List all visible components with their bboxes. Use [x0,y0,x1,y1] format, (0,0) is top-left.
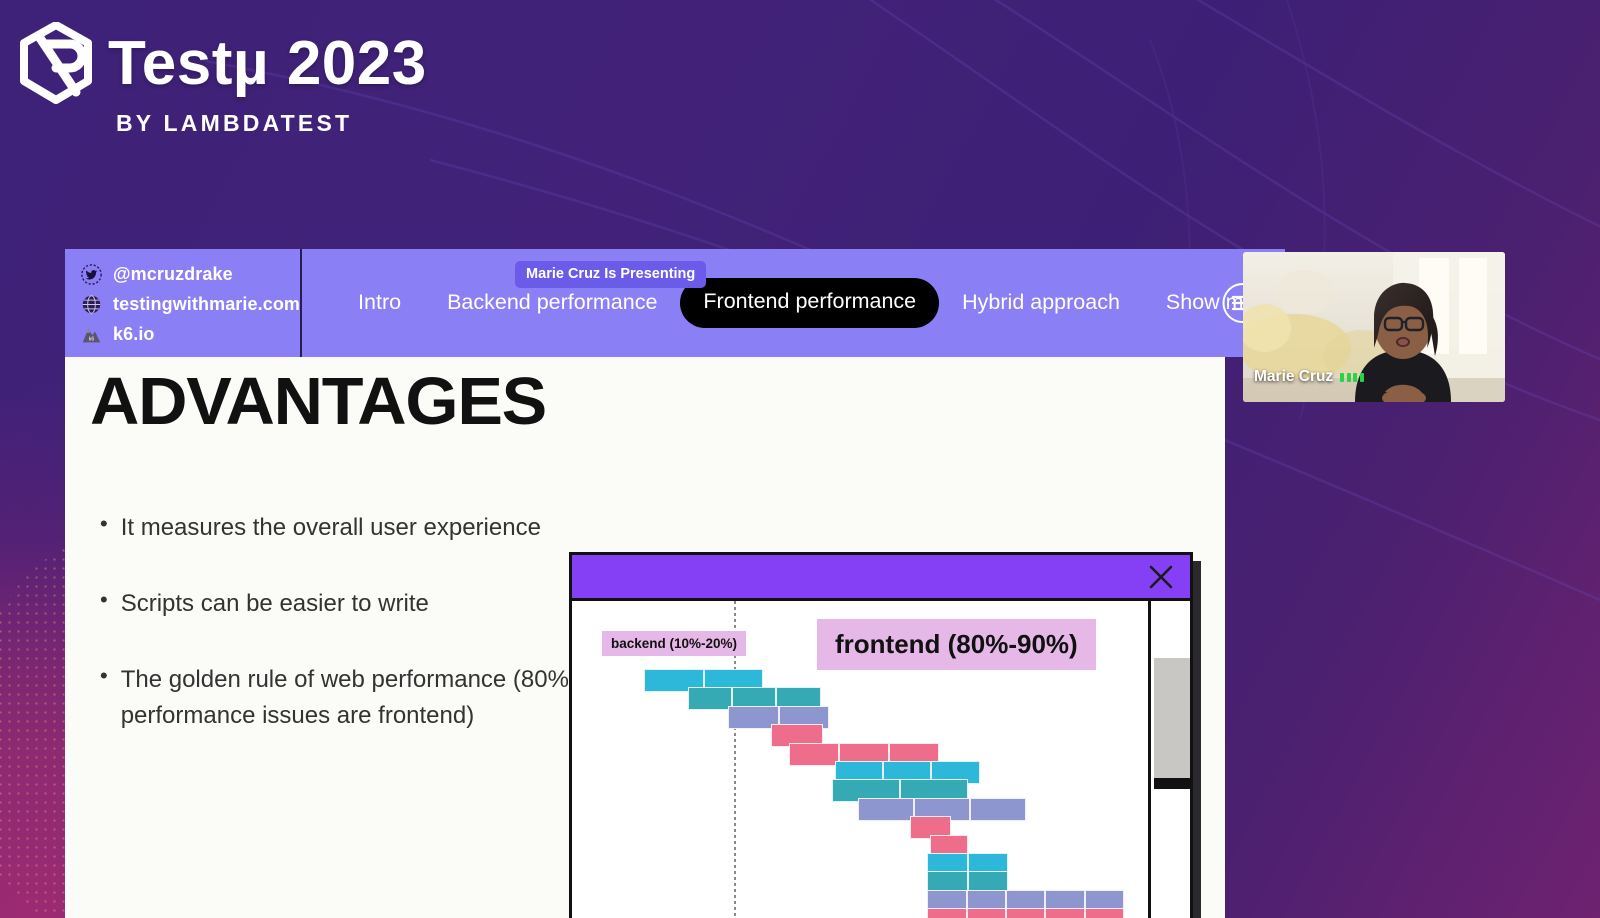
testmu-hexagon-logo-icon [20,22,92,104]
globe-icon [82,295,101,314]
waterfall-bar-segment [927,908,967,918]
nav-item-frontend-performance[interactable]: Frontend performance [680,278,940,328]
audio-level-dot [1353,372,1358,382]
participant-video-tile[interactable]: Marie Cruz [1243,252,1505,402]
slide-canvas: ADVANTAGES • It measures the overall use… [65,357,1225,918]
presentation-topbar: @mcruzdrake testingwithmarie.com k6 k6.i… [65,249,1285,357]
participant-name: Marie Cruz [1254,368,1334,385]
k6-mountain-icon: k6 [82,328,101,343]
nav-item-intro[interactable]: Intro [335,292,424,314]
waterfall-inset-window: backend (10%-20%) frontend (80%-90%) [569,552,1193,918]
bullet-text: It measures the overall user experience [120,514,541,541]
presenting-badge: Marie Cruz Is Presenting [515,261,707,288]
list-item: • The golden rule of web performance (80… [100,662,600,734]
audio-level-dot [1340,372,1345,382]
presentation-nav: Marie Cruz Is Presenting Intro Backend p… [302,249,1285,357]
close-x-icon[interactable] [1146,562,1176,592]
nav-item-backend-performance[interactable]: Backend performance [424,292,680,314]
waterfall-bar-segment [858,797,914,821]
list-item: • Scripts can be easier to write [100,586,600,622]
contact-k6-label: k6.io [113,324,155,344]
waterfall-bar-segment [966,908,1007,918]
presentation-window: @mcruzdrake testingwithmarie.com k6 k6.i… [65,249,1285,918]
twitter-icon [81,264,102,285]
waterfall-bar-segment [788,742,839,766]
participant-name-overlay: Marie Cruz [1254,368,1364,386]
frontend-annotation: frontend (80%-90%) [817,619,1096,670]
bullet-marker: • [100,587,108,612]
bullet-text: Scripts can be easier to write [120,590,429,617]
contact-k6[interactable]: k6 k6.io [81,321,300,348]
waterfall-bar-segment [969,797,1026,821]
contact-twitter-label: @mcruzdrake [113,264,233,284]
network-waterfall-chart: backend (10%-20%) frontend (80%-90%) [572,601,1148,918]
contact-twitter[interactable]: @mcruzdrake [81,261,300,288]
scrollbar-end-cap [1154,778,1190,789]
bullet-text: The golden rule of web performance (80% … [120,666,596,729]
scrollbar-thumb[interactable] [1154,658,1190,778]
vertical-scrollbar[interactable] [1148,601,1190,918]
waterfall-bar-segment [1084,908,1124,918]
audio-level-indicator [1340,372,1364,382]
inset-body: backend (10%-20%) frontend (80%-90%) [572,601,1190,918]
contact-website[interactable]: testingwithmarie.com [81,291,300,318]
waterfall-bar-segment [687,687,732,711]
audio-level-dot [1359,372,1364,382]
bullet-marker: • [100,663,108,688]
nav-item-hybrid-approach[interactable]: Hybrid approach [939,292,1143,314]
speaker-contact-panel: @mcruzdrake testingwithmarie.com k6 k6.i… [65,249,303,357]
svg-text:k6: k6 [89,337,95,343]
inset-titlebar [572,555,1190,601]
brand-logo: Testµ 2023 BY LAMBDATEST [18,22,427,137]
backend-annotation: backend (10%-20%) [602,631,747,656]
waterfall-bar-segment [1045,908,1085,918]
brand-title: Testµ 2023 [108,29,427,99]
waterfall-bar-segment [1006,908,1046,918]
waterfall-bar [927,908,1124,918]
audio-level-dot [1346,372,1351,382]
slide-bullet-list: • It measures the overall user experienc… [100,510,600,774]
brand-subtitle: BY LAMBDATEST [116,110,353,136]
bullet-marker: • [100,511,108,536]
contact-website-label: testingwithmarie.com [113,294,301,314]
slide-title: ADVANTAGES [90,364,547,439]
list-item: • It measures the overall user experienc… [100,510,600,546]
